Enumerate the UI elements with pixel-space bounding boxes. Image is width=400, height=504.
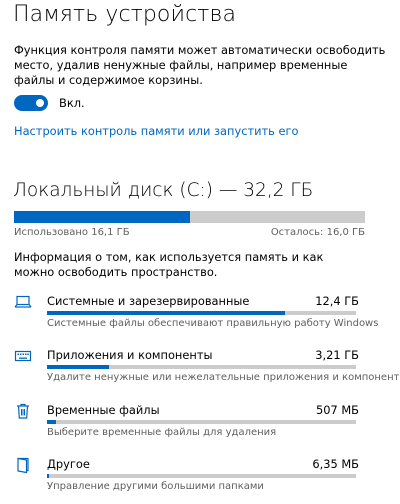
disk-title: Локальный диск (C:) — 32,2 ГБ <box>13 180 314 201</box>
free-space-label: Осталось: 16,0 ГБ <box>270 227 365 238</box>
category-usage-bar <box>47 365 356 369</box>
category-description: Системные файлы обеспечивают правильную … <box>47 318 379 329</box>
category-size: 507 МБ <box>315 403 359 417</box>
category-size: 12,4 ГБ <box>315 294 359 308</box>
storage-info-text: Информация о том, как используется памят… <box>14 250 324 279</box>
category-description: Управление другими большими папками <box>47 481 264 492</box>
storage-sense-toggle[interactable] <box>14 95 48 111</box>
category-name: Другое <box>47 457 90 471</box>
category-system-reserved[interactable]: Системные и зарезервированные 12,4 ГБ Си… <box>0 293 400 341</box>
used-space-label: Использовано 16,1 ГБ <box>14 227 130 238</box>
category-description: Удалите ненужные или нежелательные прило… <box>47 372 400 383</box>
category-name: Приложения и компоненты <box>47 348 213 362</box>
category-other[interactable]: Другое 6,35 МБ Управление другими больши… <box>0 456 400 504</box>
folder-icon <box>14 456 32 474</box>
disk-usage-fill <box>14 211 190 223</box>
disk-usage-bar <box>14 211 365 223</box>
category-usage-bar <box>47 311 356 315</box>
laptop-icon <box>14 293 32 311</box>
category-size: 3,21 ГБ <box>315 348 359 362</box>
category-size: 6,35 МБ <box>312 457 359 471</box>
category-apps-features[interactable]: Приложения и компоненты 3,21 ГБ Удалите … <box>0 347 400 395</box>
toggle-state-label: Вкл. <box>59 96 85 110</box>
category-name: Системные и зарезервированные <box>47 294 250 308</box>
category-name: Временные файлы <box>47 403 160 417</box>
keyboard-icon <box>14 347 32 365</box>
page-title: Память устройства <box>13 2 237 27</box>
category-usage-fill <box>47 420 57 424</box>
category-usage-fill <box>47 365 109 369</box>
category-usage-bar <box>47 420 356 424</box>
toggle-knob <box>36 99 44 107</box>
category-description: Выберите временные файлы для удаления <box>47 427 277 438</box>
storage-sense-description: Функция контроля памяти может автоматиче… <box>14 43 386 87</box>
trash-icon <box>14 402 32 420</box>
configure-storage-sense-link[interactable]: Настроить контроль памяти или запустить … <box>14 124 298 138</box>
category-temp-files[interactable]: Временные файлы 507 МБ Выберите временны… <box>0 402 400 450</box>
category-usage-fill <box>47 311 285 315</box>
category-usage-bar <box>47 474 356 478</box>
category-usage-fill <box>47 474 50 478</box>
